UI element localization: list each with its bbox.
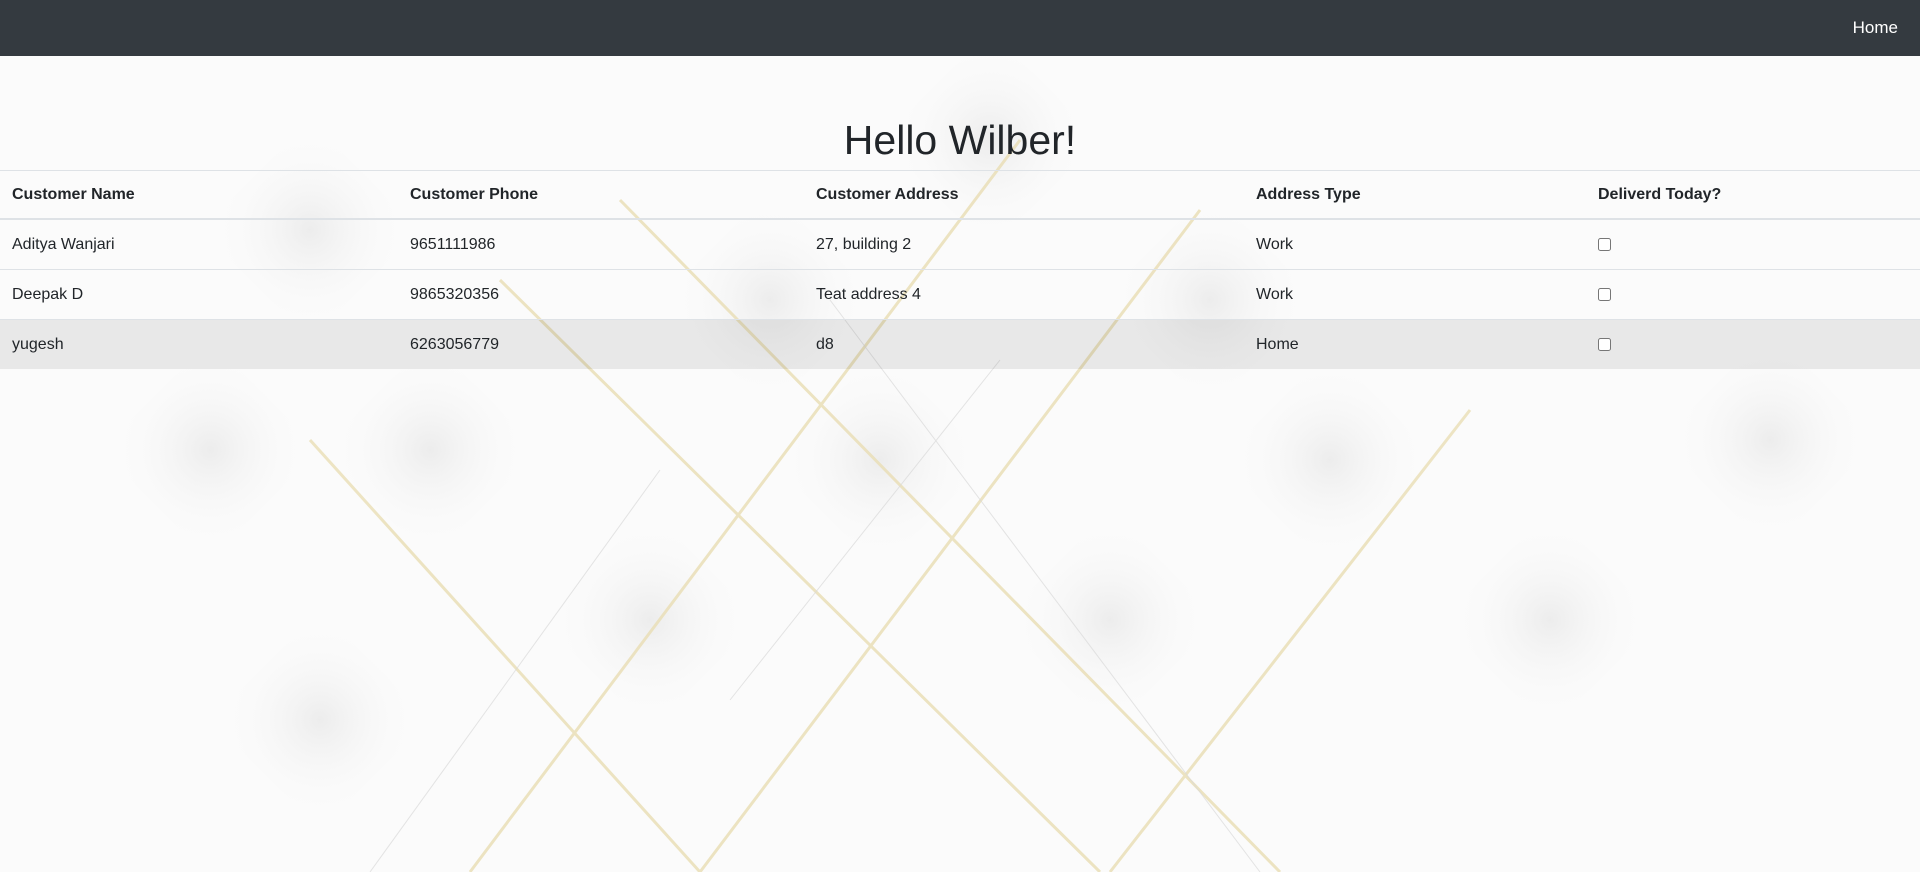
delivered-checkbox[interactable] [1598, 287, 1611, 301]
customer-name-cell: Aditya Wanjari [0, 218, 398, 270]
table-row: Aditya Wanjari 9651111986 27, building 2… [0, 218, 1920, 270]
delivered-cell [1586, 269, 1920, 320]
customer-address-cell: d8 [804, 319, 1244, 369]
header-delivered-today: Deliverd Today? [1586, 170, 1920, 220]
top-navbar: Home [0, 0, 1920, 56]
delivered-checkbox[interactable] [1598, 237, 1611, 251]
customer-phone-cell: 9651111986 [398, 218, 804, 270]
header-address-type: Address Type [1244, 170, 1586, 220]
address-type-cell: Work [1244, 218, 1586, 270]
customer-address-cell: 27, building 2 [804, 218, 1244, 270]
table-row: Deepak D 9865320356 Teat address 4 Work [0, 269, 1920, 320]
table-header-row: Customer Name Customer Phone Customer Ad… [0, 170, 1920, 220]
customer-name-cell: yugesh [0, 319, 398, 369]
table-row: yugesh 6263056779 d8 Home [0, 319, 1920, 369]
delivered-cell [1586, 218, 1920, 270]
delivered-cell [1586, 319, 1920, 369]
header-customer-name: Customer Name [0, 170, 398, 220]
header-customer-address: Customer Address [804, 170, 1244, 220]
address-type-cell: Work [1244, 269, 1586, 320]
customer-phone-cell: 6263056779 [398, 319, 804, 369]
delivered-checkbox[interactable] [1598, 337, 1611, 351]
page-greeting: Hello Wilber! [843, 117, 1077, 163]
customer-name-cell: Deepak D [0, 269, 398, 320]
customer-phone-cell: 9865320356 [398, 269, 804, 320]
nav-home-link[interactable]: Home [1853, 0, 1898, 56]
customer-address-cell: Teat address 4 [804, 269, 1244, 320]
customers-table: Customer Name Customer Phone Customer Ad… [0, 170, 1920, 369]
header-customer-phone: Customer Phone [398, 170, 804, 220]
address-type-cell: Home [1244, 319, 1586, 369]
